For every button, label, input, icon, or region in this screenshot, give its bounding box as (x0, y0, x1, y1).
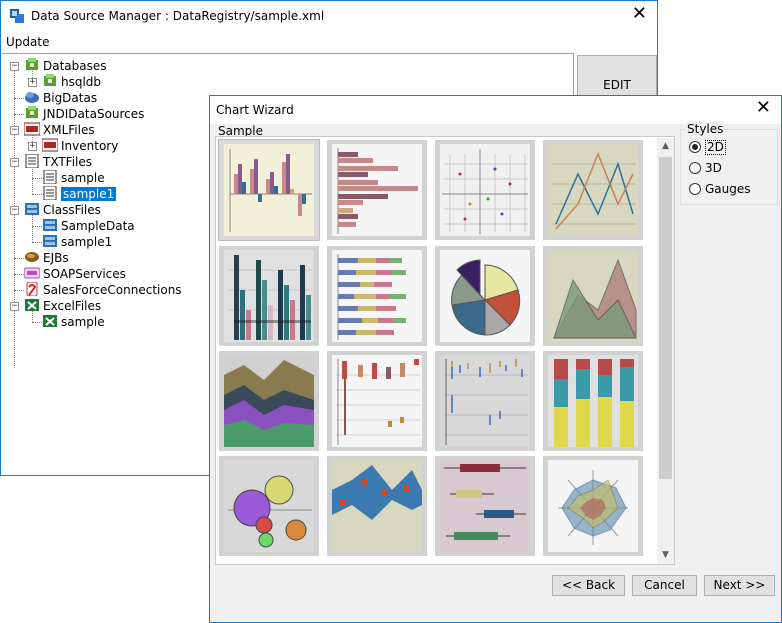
chart-type-gallery: ▲ ▼ (215, 136, 675, 565)
tree-item-inventory[interactable]: Inventory (42, 138, 118, 154)
text-file-icon (43, 186, 57, 200)
hi-lo-chart-icon (332, 355, 422, 447)
class-icon (25, 203, 39, 215)
excel-icon (43, 315, 57, 327)
bar-chart-icon (332, 144, 422, 236)
radar-chart-icon (548, 460, 638, 552)
stacked-bar-chart-thumbnail[interactable] (327, 246, 427, 346)
radio-unchecked-icon (689, 162, 701, 174)
expand-hsqldb-icon[interactable]: + (28, 78, 37, 87)
area-chart-thumbnail[interactable] (543, 246, 643, 346)
tree-item-salesforceconnections[interactable]: SalesForceConnections (24, 282, 182, 298)
text-file-icon (25, 154, 39, 168)
tree-item-sample[interactable]: sample (42, 170, 105, 186)
stacked-column-chart-thumbnail[interactable] (219, 246, 319, 346)
database-icon (44, 74, 56, 86)
percent-stacked-column-chart-thumbnail[interactable] (543, 351, 643, 451)
tree-item-excel-sample[interactable]: sample (42, 314, 105, 330)
radar-chart-thumbnail[interactable] (543, 456, 643, 556)
area-chart-icon (548, 250, 638, 342)
window-title: Data Source Manager : DataRegistry/sampl… (31, 9, 325, 23)
hi-lo-chart-thumbnail[interactable] (327, 351, 427, 451)
xml-icon (42, 138, 58, 152)
stacked-area-chart-thumbnail[interactable] (219, 351, 319, 451)
cancel-button[interactable]: Cancel (632, 575, 697, 596)
pie-chart-thumbnail[interactable] (435, 246, 535, 346)
text-file-icon (43, 170, 57, 184)
excel-icon (25, 299, 39, 311)
range-chart-icon (332, 460, 422, 552)
salesforce-icon (26, 282, 38, 296)
tree-item-txtfiles[interactable]: TXTFiles (24, 154, 92, 170)
box-plot-chart-thumbnail[interactable] (435, 456, 535, 556)
data-source-manager-icon (10, 9, 24, 23)
bubble-chart-icon (224, 460, 314, 552)
tree-item-xmlfiles[interactable]: XMLFiles (24, 122, 95, 138)
close-icon[interactable]: ✕ (632, 5, 647, 23)
style-gauges-radio[interactable]: Gauges (689, 181, 779, 197)
tree-item-jndidatasources[interactable]: JNDIDataSources (24, 106, 144, 122)
line-chart-icon (548, 144, 638, 236)
tree-item-sampledata[interactable]: SampleData (42, 218, 135, 234)
scroll-down-icon[interactable]: ▼ (657, 547, 674, 564)
range-chart-thumbnail[interactable] (327, 456, 427, 556)
column-chart-thumbnail[interactable] (218, 139, 320, 241)
collapse-xmlfiles-icon[interactable]: − (10, 126, 19, 135)
line-chart-thumbnail[interactable] (543, 140, 643, 240)
radio-unchecked-icon (689, 183, 701, 195)
tree-item-ejbs[interactable]: EJBs (24, 250, 69, 266)
back-button[interactable]: << Back (552, 575, 625, 596)
scrollbar-thumb[interactable] (659, 157, 672, 479)
scatter-chart-thumbnail[interactable] (435, 140, 535, 240)
scatter-chart-icon (440, 144, 530, 236)
xml-icon (24, 122, 40, 136)
tree-item-soapservices[interactable]: SOAPServices (24, 266, 126, 282)
tree-item-sample1-selected[interactable]: sample1 (42, 186, 117, 202)
bubble-chart-thumbnail[interactable] (219, 456, 319, 556)
collapse-databases-icon[interactable]: − (10, 62, 19, 71)
stacked-column-chart-icon (224, 250, 314, 342)
stacked-bar-chart-icon (332, 250, 422, 342)
pie-chart-icon (440, 250, 530, 342)
hlco-chart-icon (440, 355, 530, 447)
class-icon (43, 219, 57, 231)
tree-item-classfiles[interactable]: ClassFiles (24, 202, 101, 218)
database-icon (26, 58, 38, 70)
column-chart-icon (224, 144, 314, 236)
styles-group: 2D 3D Gauges (680, 129, 778, 205)
box-plot-chart-icon (440, 460, 530, 552)
menu-update[interactable]: Update (6, 35, 49, 49)
database-icon (26, 106, 38, 118)
collapse-classfiles-icon[interactable]: − (10, 206, 19, 215)
tree-item-class-sample1[interactable]: sample1 (42, 234, 112, 250)
cloud-icon (25, 92, 39, 103)
bar-chart-thumbnail[interactable] (327, 140, 427, 240)
style-3d-radio[interactable]: 3D (689, 160, 779, 176)
style-2d-radio[interactable]: 2D (689, 139, 779, 155)
gallery-scrollbar[interactable]: ▲ ▼ (657, 138, 674, 564)
tree-item-bigdatas[interactable]: BigDatas (24, 90, 97, 106)
menu-bar: Update (1, 32, 657, 52)
class-icon (43, 235, 57, 247)
tree-item-databases[interactable]: Databases (24, 58, 107, 74)
soap-icon (24, 267, 40, 279)
tree-item-excelfiles[interactable]: ExcelFiles (24, 298, 101, 314)
title-bar: Data Source Manager : DataRegistry/sampl… (1, 1, 657, 31)
hlco-chart-thumbnail[interactable] (435, 351, 535, 451)
radio-checked-icon (689, 141, 701, 153)
scroll-up-icon[interactable]: ▲ (657, 138, 674, 155)
collapse-txtfiles-icon[interactable]: − (10, 158, 19, 167)
stacked-area-chart-icon (224, 355, 314, 447)
chart-wizard-dialog: Chart Wizard ✕ Sample ▲ ▼ 2D 3D Gauges S… (209, 95, 782, 623)
next-button[interactable]: Next >> (704, 575, 775, 596)
percent-stacked-column-chart-icon (548, 355, 638, 447)
expand-inventory-icon[interactable]: + (28, 142, 37, 151)
dialog-title: Chart Wizard (216, 103, 294, 117)
styles-group-label: Styles (686, 122, 725, 136)
collapse-excelfiles-icon[interactable]: − (10, 302, 19, 311)
tree-item-hsqldb[interactable]: hsqldb (42, 74, 101, 90)
bean-icon (25, 252, 39, 262)
title-bar: Chart Wizard ✕ (210, 96, 781, 124)
close-icon[interactable]: ✕ (756, 99, 771, 117)
